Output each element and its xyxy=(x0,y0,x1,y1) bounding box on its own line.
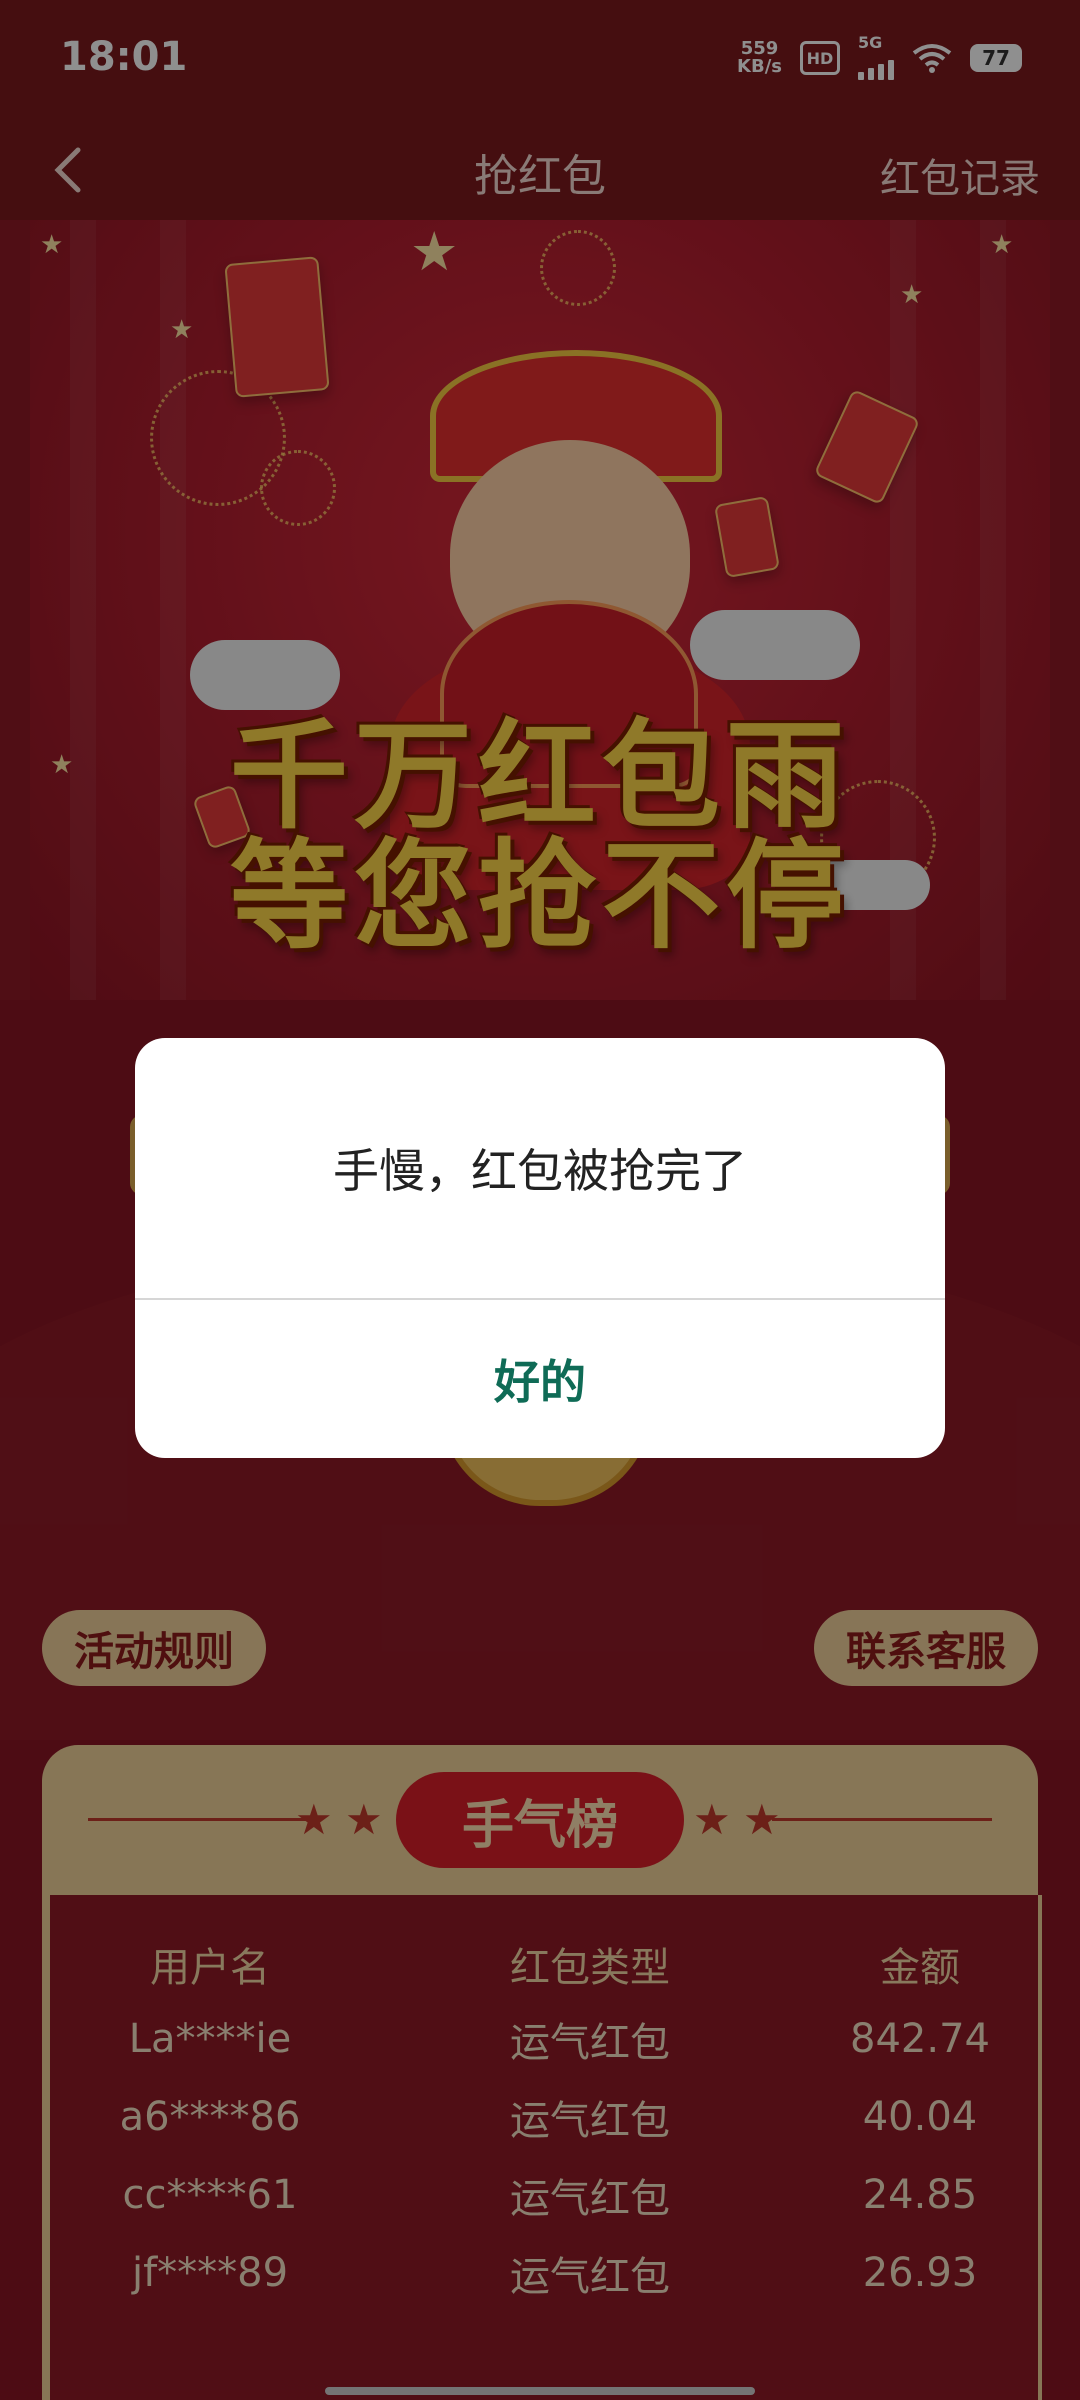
alert-dialog: 手慢，红包被抢完了 好的 xyxy=(135,1038,945,1458)
dialog-message: 手慢，红包被抢完了 xyxy=(333,1144,747,1198)
dialog-confirm-button[interactable]: 好的 xyxy=(135,1300,945,1458)
